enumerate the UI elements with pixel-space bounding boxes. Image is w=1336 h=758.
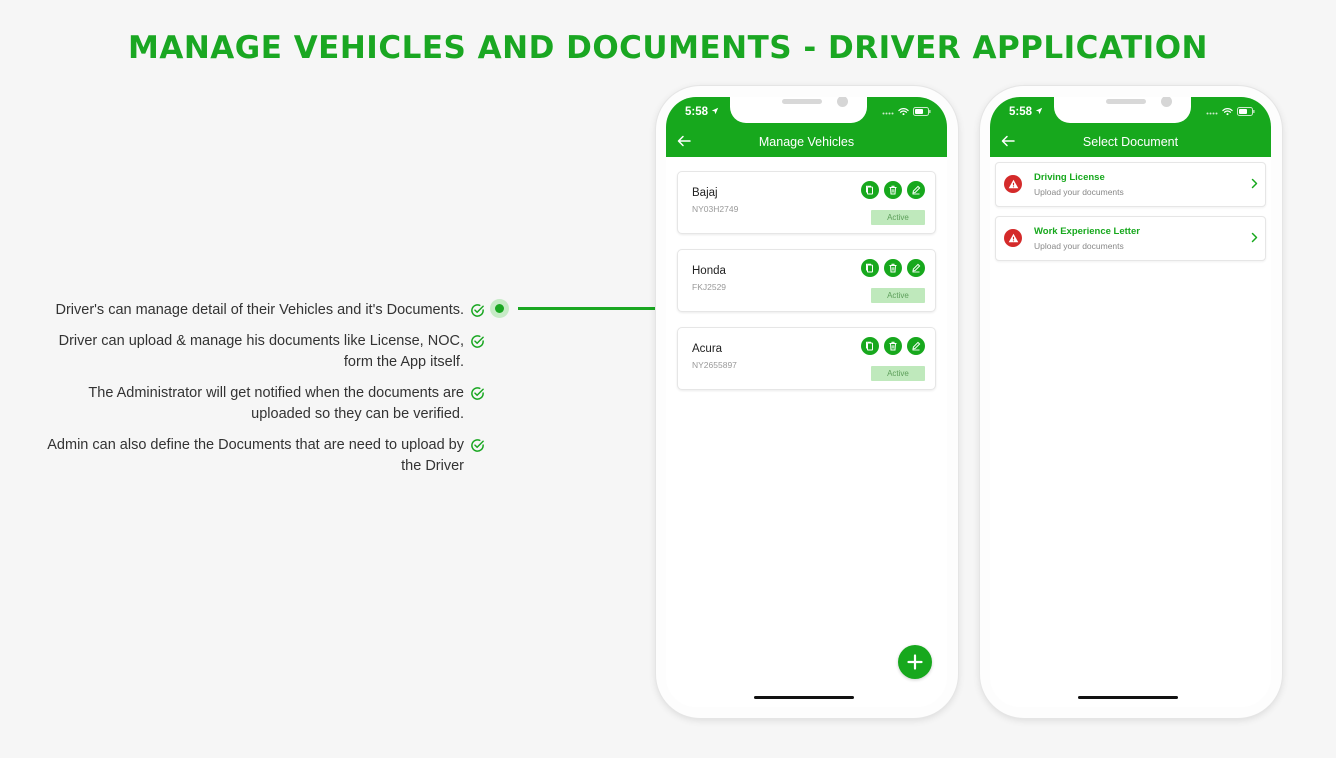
- check-circle-icon: [471, 304, 484, 317]
- chevron-right-icon: [1251, 178, 1258, 189]
- feature-list: Driver's can manage detail of their Vehi…: [40, 300, 485, 487]
- wifi-icon: [1222, 108, 1233, 116]
- status-icons: [1206, 107, 1255, 116]
- phone-manage-vehicles: 5:58 Manage Vehicles Bajaj NY03H2749 Act…: [656, 86, 958, 718]
- screen-title: Manage Vehicles: [758, 135, 855, 149]
- signal-icon: [1206, 112, 1218, 114]
- vehicle-name: Honda: [692, 265, 726, 277]
- vehicle-card[interactable]: Bajaj NY03H2749 Active: [677, 171, 936, 234]
- status-badge: Active: [871, 210, 925, 225]
- vehicle-card[interactable]: Acura NY2655897 Active: [677, 327, 936, 390]
- phone-notch: [1054, 97, 1191, 123]
- document-icon: [866, 185, 873, 195]
- warning-icon: [1004, 175, 1022, 193]
- document-icon: [866, 263, 873, 273]
- feature-item: Driver can upload & manage his documents…: [40, 331, 485, 373]
- app-header: 5:58 Select Document: [990, 97, 1271, 157]
- screen-title: Select Document: [1082, 135, 1179, 149]
- pencil-icon: [912, 341, 921, 351]
- battery-icon: [1237, 107, 1255, 116]
- vehicle-actions: [861, 259, 925, 277]
- home-indicator: [1078, 696, 1178, 699]
- connector-line: [518, 307, 658, 310]
- warning-icon: [1004, 229, 1022, 247]
- feature-text: Driver's can manage detail of their Vehi…: [55, 302, 464, 318]
- feature-text: Driver can upload & manage his documents…: [58, 333, 464, 370]
- vehicle-plate: NY03H2749: [692, 204, 739, 214]
- vehicle-actions: [861, 181, 925, 199]
- location-arrow-icon: [712, 107, 719, 115]
- trash-icon: [889, 185, 897, 195]
- status-badge: Active: [871, 288, 925, 303]
- check-circle-icon: [471, 335, 484, 348]
- edit-button[interactable]: [907, 337, 925, 355]
- signal-icon: [882, 112, 894, 114]
- page-title: MANAGE VEHICLES AND DOCUMENTS - DRIVER A…: [128, 30, 1208, 66]
- document-subtitle: Upload your documents: [1034, 187, 1124, 197]
- pencil-icon: [912, 263, 921, 273]
- document-icon: [866, 341, 873, 351]
- check-circle-icon: [471, 439, 484, 452]
- add-vehicle-button[interactable]: [898, 645, 932, 679]
- documents-button[interactable]: [861, 181, 879, 199]
- delete-button[interactable]: [884, 259, 902, 277]
- status-time: 5:58: [1009, 106, 1043, 118]
- connector-dot: [490, 299, 509, 318]
- document-title: Driving License: [1034, 172, 1105, 183]
- phone-select-document: 5:58 Select Document Driving License Upl…: [980, 86, 1282, 718]
- wifi-icon: [898, 108, 909, 116]
- front-camera: [837, 97, 848, 107]
- chevron-right-icon: [1251, 232, 1258, 243]
- edit-button[interactable]: [907, 259, 925, 277]
- check-circle-icon: [471, 387, 484, 400]
- location-arrow-icon: [1036, 107, 1043, 115]
- documents-button[interactable]: [861, 259, 879, 277]
- phone-screen: 5:58 Select Document Driving License Upl…: [990, 97, 1271, 707]
- edit-button[interactable]: [907, 181, 925, 199]
- delete-button[interactable]: [884, 181, 902, 199]
- vehicle-card[interactable]: Honda FKJ2529 Active: [677, 249, 936, 312]
- status-badge: Active: [871, 366, 925, 381]
- vehicle-actions: [861, 337, 925, 355]
- speaker: [782, 99, 822, 104]
- phone-screen: 5:58 Manage Vehicles Bajaj NY03H2749 Act…: [666, 97, 947, 707]
- trash-icon: [889, 263, 897, 273]
- feature-item: The Administrator will get notified when…: [40, 383, 485, 425]
- app-header: 5:58 Manage Vehicles: [666, 97, 947, 157]
- trash-icon: [889, 341, 897, 351]
- document-list: Driving License Upload your documents Wo…: [990, 157, 1271, 261]
- speaker: [1106, 99, 1146, 104]
- feature-text: Admin can also define the Documents that…: [47, 437, 464, 474]
- feature-text: The Administrator will get notified when…: [88, 385, 464, 422]
- documents-button[interactable]: [861, 337, 879, 355]
- document-subtitle: Upload your documents: [1034, 241, 1124, 251]
- plus-icon: [907, 654, 923, 670]
- document-title: Work Experience Letter: [1034, 226, 1140, 237]
- status-icons: [882, 107, 931, 116]
- vehicle-name: Acura: [692, 343, 723, 355]
- document-item[interactable]: Driving License Upload your documents: [995, 162, 1266, 207]
- feature-item: Admin can also define the Documents that…: [40, 435, 485, 477]
- battery-icon: [913, 107, 931, 116]
- vehicle-plate: NY2655897: [692, 360, 737, 370]
- home-indicator: [754, 696, 854, 699]
- front-camera: [1161, 97, 1172, 107]
- pencil-icon: [912, 185, 921, 195]
- vehicle-list: Bajaj NY03H2749 Active Honda FKJ2529 Act…: [666, 157, 947, 390]
- delete-button[interactable]: [884, 337, 902, 355]
- phone-notch: [730, 97, 867, 123]
- status-time: 5:58: [685, 106, 719, 118]
- vehicle-name: Bajaj: [692, 187, 718, 199]
- vehicle-plate: FKJ2529: [692, 282, 727, 292]
- document-item[interactable]: Work Experience Letter Upload your docum…: [995, 216, 1266, 261]
- feature-item: Driver's can manage detail of their Vehi…: [40, 300, 485, 321]
